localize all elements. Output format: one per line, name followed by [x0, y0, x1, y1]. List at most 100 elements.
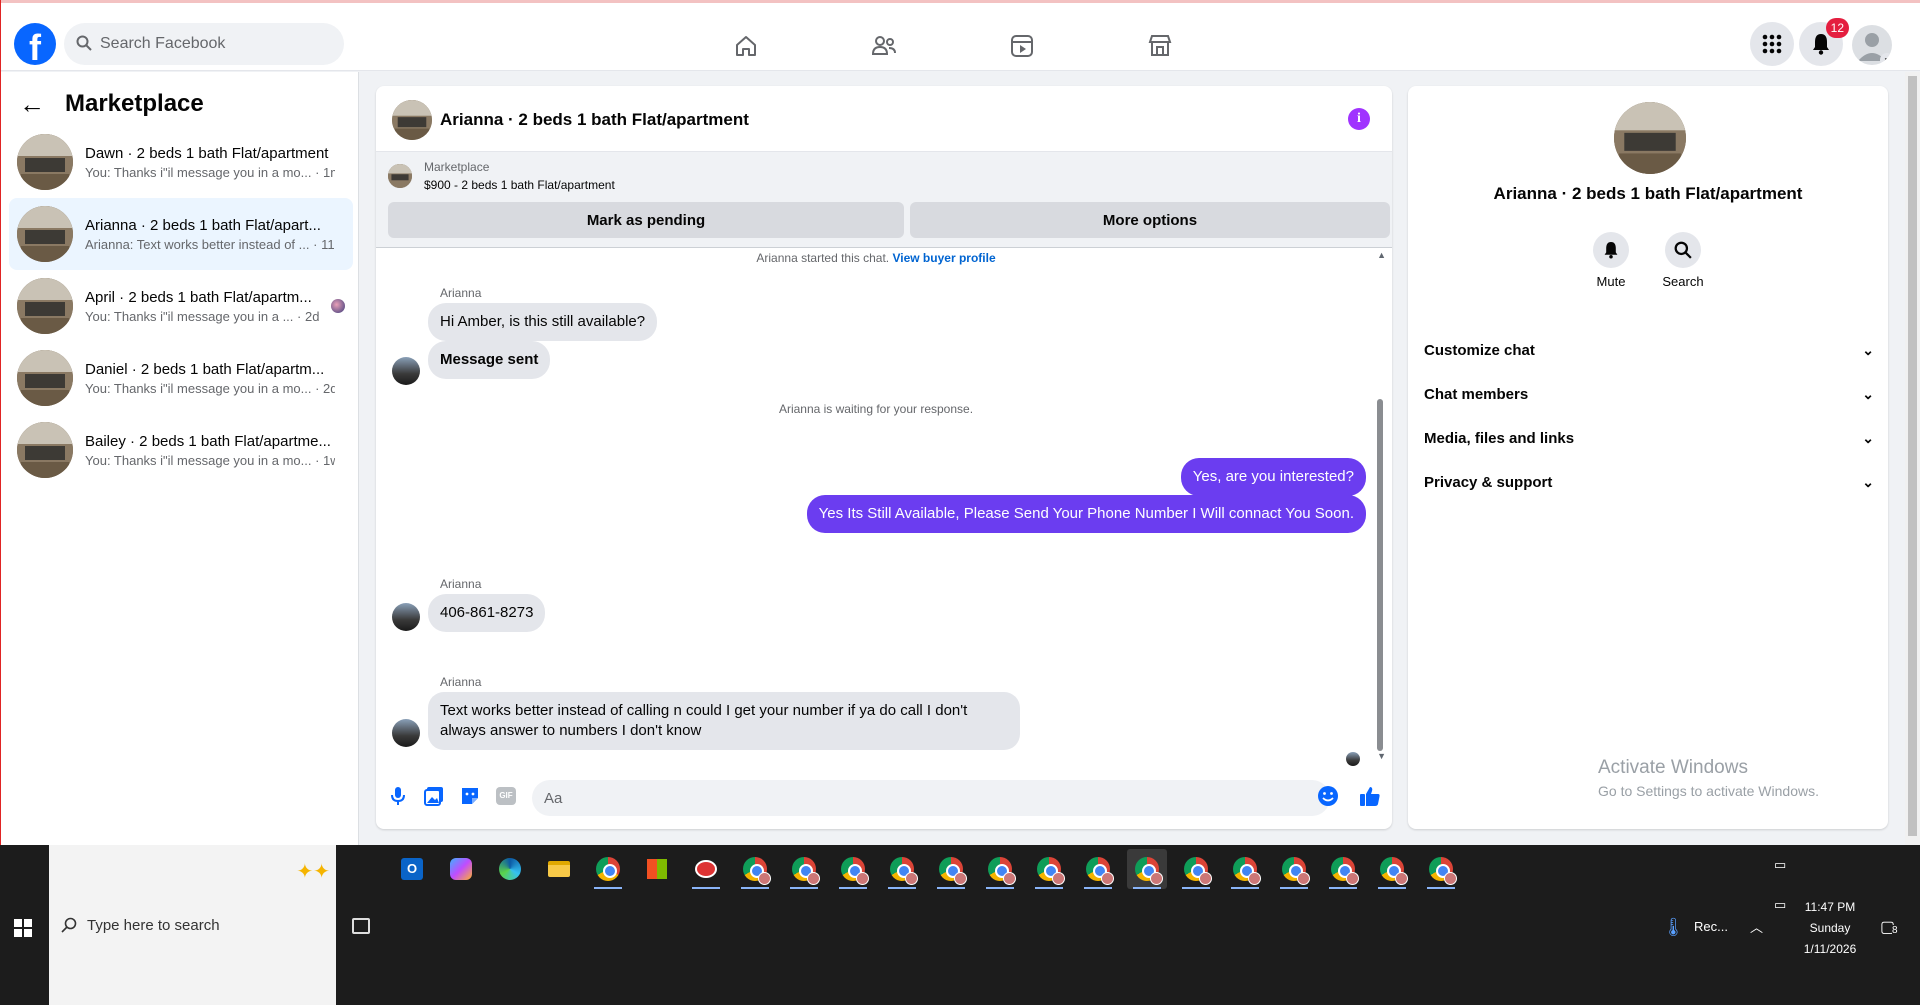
- media-files-links-row[interactable]: Media, files and links ⌄: [1424, 416, 1874, 460]
- home-icon[interactable]: [726, 29, 766, 63]
- sender-avatar[interactable]: [392, 357, 420, 385]
- sender-avatar[interactable]: [392, 719, 420, 747]
- gif-icon[interactable]: GIF: [494, 784, 518, 808]
- back-arrow-icon[interactable]: ←: [19, 89, 45, 120]
- chrome-icon[interactable]: [1029, 849, 1069, 889]
- page-scrollbar-thumb[interactable]: [1908, 76, 1917, 836]
- emoji-icon[interactable]: [1316, 784, 1340, 808]
- chat-scrollbar[interactable]: [1377, 399, 1383, 751]
- chevron-down-icon: ⌄: [1862, 429, 1874, 446]
- chrome-icon[interactable]: [784, 849, 824, 889]
- chrome-icon[interactable]: [1323, 849, 1363, 889]
- marketplace-icon[interactable]: [1140, 29, 1180, 63]
- clock-time: 11:47 PM: [1804, 900, 1856, 914]
- chrome-icon[interactable]: [1372, 849, 1412, 889]
- chrome-icon[interactable]: [1274, 849, 1314, 889]
- incoming-message: 406-861-8273: [428, 594, 546, 632]
- clock-date: 1/11/2026: [1803, 942, 1857, 956]
- clock-day: Sunday: [1809, 921, 1851, 935]
- thermometer-icon[interactable]: 🌡: [1662, 917, 1685, 938]
- listing-price-title[interactable]: $900 - 2 beds 1 bath Flat/apartment: [424, 178, 615, 192]
- taskbar-clock[interactable]: 11:47 PM Sunday 1/11/2026: [1780, 897, 1880, 960]
- listing-thumbnail: [17, 278, 73, 334]
- facebook-search[interactable]: [64, 23, 344, 65]
- chrome-icon[interactable]: [882, 849, 922, 889]
- message-input[interactable]: [532, 780, 1330, 816]
- chrome-icon[interactable]: [735, 849, 775, 889]
- chrome-icon[interactable]: [1225, 849, 1265, 889]
- microsoft-store-icon[interactable]: [637, 849, 677, 889]
- sender-avatar[interactable]: [392, 603, 420, 631]
- file-explorer-icon[interactable]: [539, 849, 579, 889]
- menu-grid-icon[interactable]: [1750, 22, 1794, 66]
- account-avatar[interactable]: ▾: [1852, 25, 1892, 65]
- like-thumb-icon[interactable]: [1358, 784, 1382, 808]
- video-icon[interactable]: [1002, 29, 1042, 63]
- windows-taskbar: Type here to search ✦✦ O ▭ 🌡 Rec... ︿ ▭ …: [0, 845, 1920, 1005]
- conversation-name: Daniel · 2 beds 1 bath Flat/apartm...: [85, 360, 325, 378]
- chrome-icon[interactable]: [1421, 849, 1461, 889]
- section-label: Media, files and links: [1424, 429, 1575, 447]
- taskbar-search[interactable]: Type here to search ✦✦: [49, 845, 336, 1005]
- conversation-name: April · 2 beds 1 bath Flat/apartm...: [85, 288, 312, 306]
- customize-chat-row[interactable]: Customize chat ⌄: [1424, 328, 1874, 372]
- watermark-title: Activate Windows: [1598, 757, 1748, 778]
- conversation-item[interactable]: April · 2 beds 1 bath Flat/apartm... You…: [9, 270, 353, 342]
- meet-now-icon[interactable]: ▭: [1774, 857, 1786, 873]
- chrome-icon[interactable]: [980, 849, 1020, 889]
- chrome-icon[interactable]: [1176, 849, 1216, 889]
- chat-started-note: Arianna started this chat. View buyer pr…: [376, 251, 1376, 265]
- chevron-up-icon[interactable]: ︿: [1750, 917, 1763, 936]
- sparkle-icon: ✦✦: [296, 861, 330, 883]
- conversation-snippet: Arianna: Text works better instead of ..…: [85, 236, 310, 252]
- chrome-icon[interactable]: [1078, 849, 1118, 889]
- privacy-support-row[interactable]: Privacy & support ⌄: [1424, 460, 1874, 504]
- chrome-icon[interactable]: [931, 849, 971, 889]
- conversation-item[interactable]: Daniel · 2 beds 1 bath Flat/apartm... Yo…: [9, 342, 353, 414]
- message-thread: Arianna started this chat. View buyer pr…: [376, 249, 1392, 766]
- search-in-chat-button[interactable]: Search: [1648, 232, 1718, 289]
- bell-icon: [1593, 232, 1629, 268]
- chat-title[interactable]: Arianna · 2 beds 1 bath Flat/apartment: [440, 110, 749, 130]
- chrome-icon-active[interactable]: [1127, 849, 1167, 889]
- search-input[interactable]: [100, 23, 330, 65]
- listing-thumbnail: [17, 350, 73, 406]
- page-scrollbar[interactable]: [1905, 72, 1920, 845]
- conversation-time: · 2d: [297, 308, 320, 324]
- notification-center-icon[interactable]: ▢ 8: [1880, 917, 1898, 937]
- task-view-icon[interactable]: [352, 918, 370, 934]
- notifications-button[interactable]: 12: [1799, 18, 1849, 66]
- sticker-icon[interactable]: [458, 784, 482, 808]
- mark-pending-button[interactable]: Mark as pending: [388, 202, 904, 238]
- chevron-down-icon: ⌄: [1862, 473, 1874, 490]
- chat-avatar[interactable]: [392, 100, 432, 140]
- info-icon[interactable]: i: [1348, 108, 1370, 130]
- bell-icon: [1813, 34, 1829, 55]
- facebook-logo[interactable]: f: [14, 23, 56, 65]
- photo-icon[interactable]: [422, 784, 446, 808]
- conversation-item[interactable]: Dawn · 2 beds 1 bath Flat/apartment You:…: [9, 126, 353, 198]
- chrome-icon[interactable]: [833, 849, 873, 889]
- listing-avatar[interactable]: [1614, 102, 1686, 174]
- conversation-item[interactable]: Bailey · 2 beds 1 bath Flat/apartme... Y…: [9, 414, 353, 486]
- chrome-icon[interactable]: [588, 849, 628, 889]
- chat-members-row[interactable]: Chat members ⌄: [1424, 372, 1874, 416]
- scroll-down-arrow[interactable]: ▼: [1377, 751, 1386, 761]
- waiting-note: Arianna is waiting for your response.: [778, 402, 974, 416]
- outlook-icon[interactable]: O: [392, 849, 432, 889]
- listing-thumbnail: [17, 134, 73, 190]
- listing-source: Marketplace: [424, 160, 490, 174]
- weather-label[interactable]: Rec...: [1694, 919, 1728, 934]
- view-buyer-profile-link[interactable]: View buyer profile: [892, 251, 995, 265]
- info-panel-title: Arianna · 2 beds 1 bath Flat/apartment: [1493, 184, 1803, 203]
- edge-icon[interactable]: [490, 849, 530, 889]
- microphone-icon[interactable]: [386, 784, 410, 808]
- scroll-up-arrow[interactable]: ▲: [1377, 250, 1386, 260]
- windows-start-icon[interactable]: [14, 919, 32, 937]
- copilot-icon[interactable]: [441, 849, 481, 889]
- friends-icon[interactable]: [864, 29, 904, 63]
- more-options-button[interactable]: More options: [910, 202, 1390, 238]
- mute-button[interactable]: Mute: [1576, 232, 1646, 289]
- conversation-item-active[interactable]: Arianna · 2 beds 1 bath Flat/apart... Ar…: [9, 198, 353, 270]
- app-icon[interactable]: [686, 849, 726, 889]
